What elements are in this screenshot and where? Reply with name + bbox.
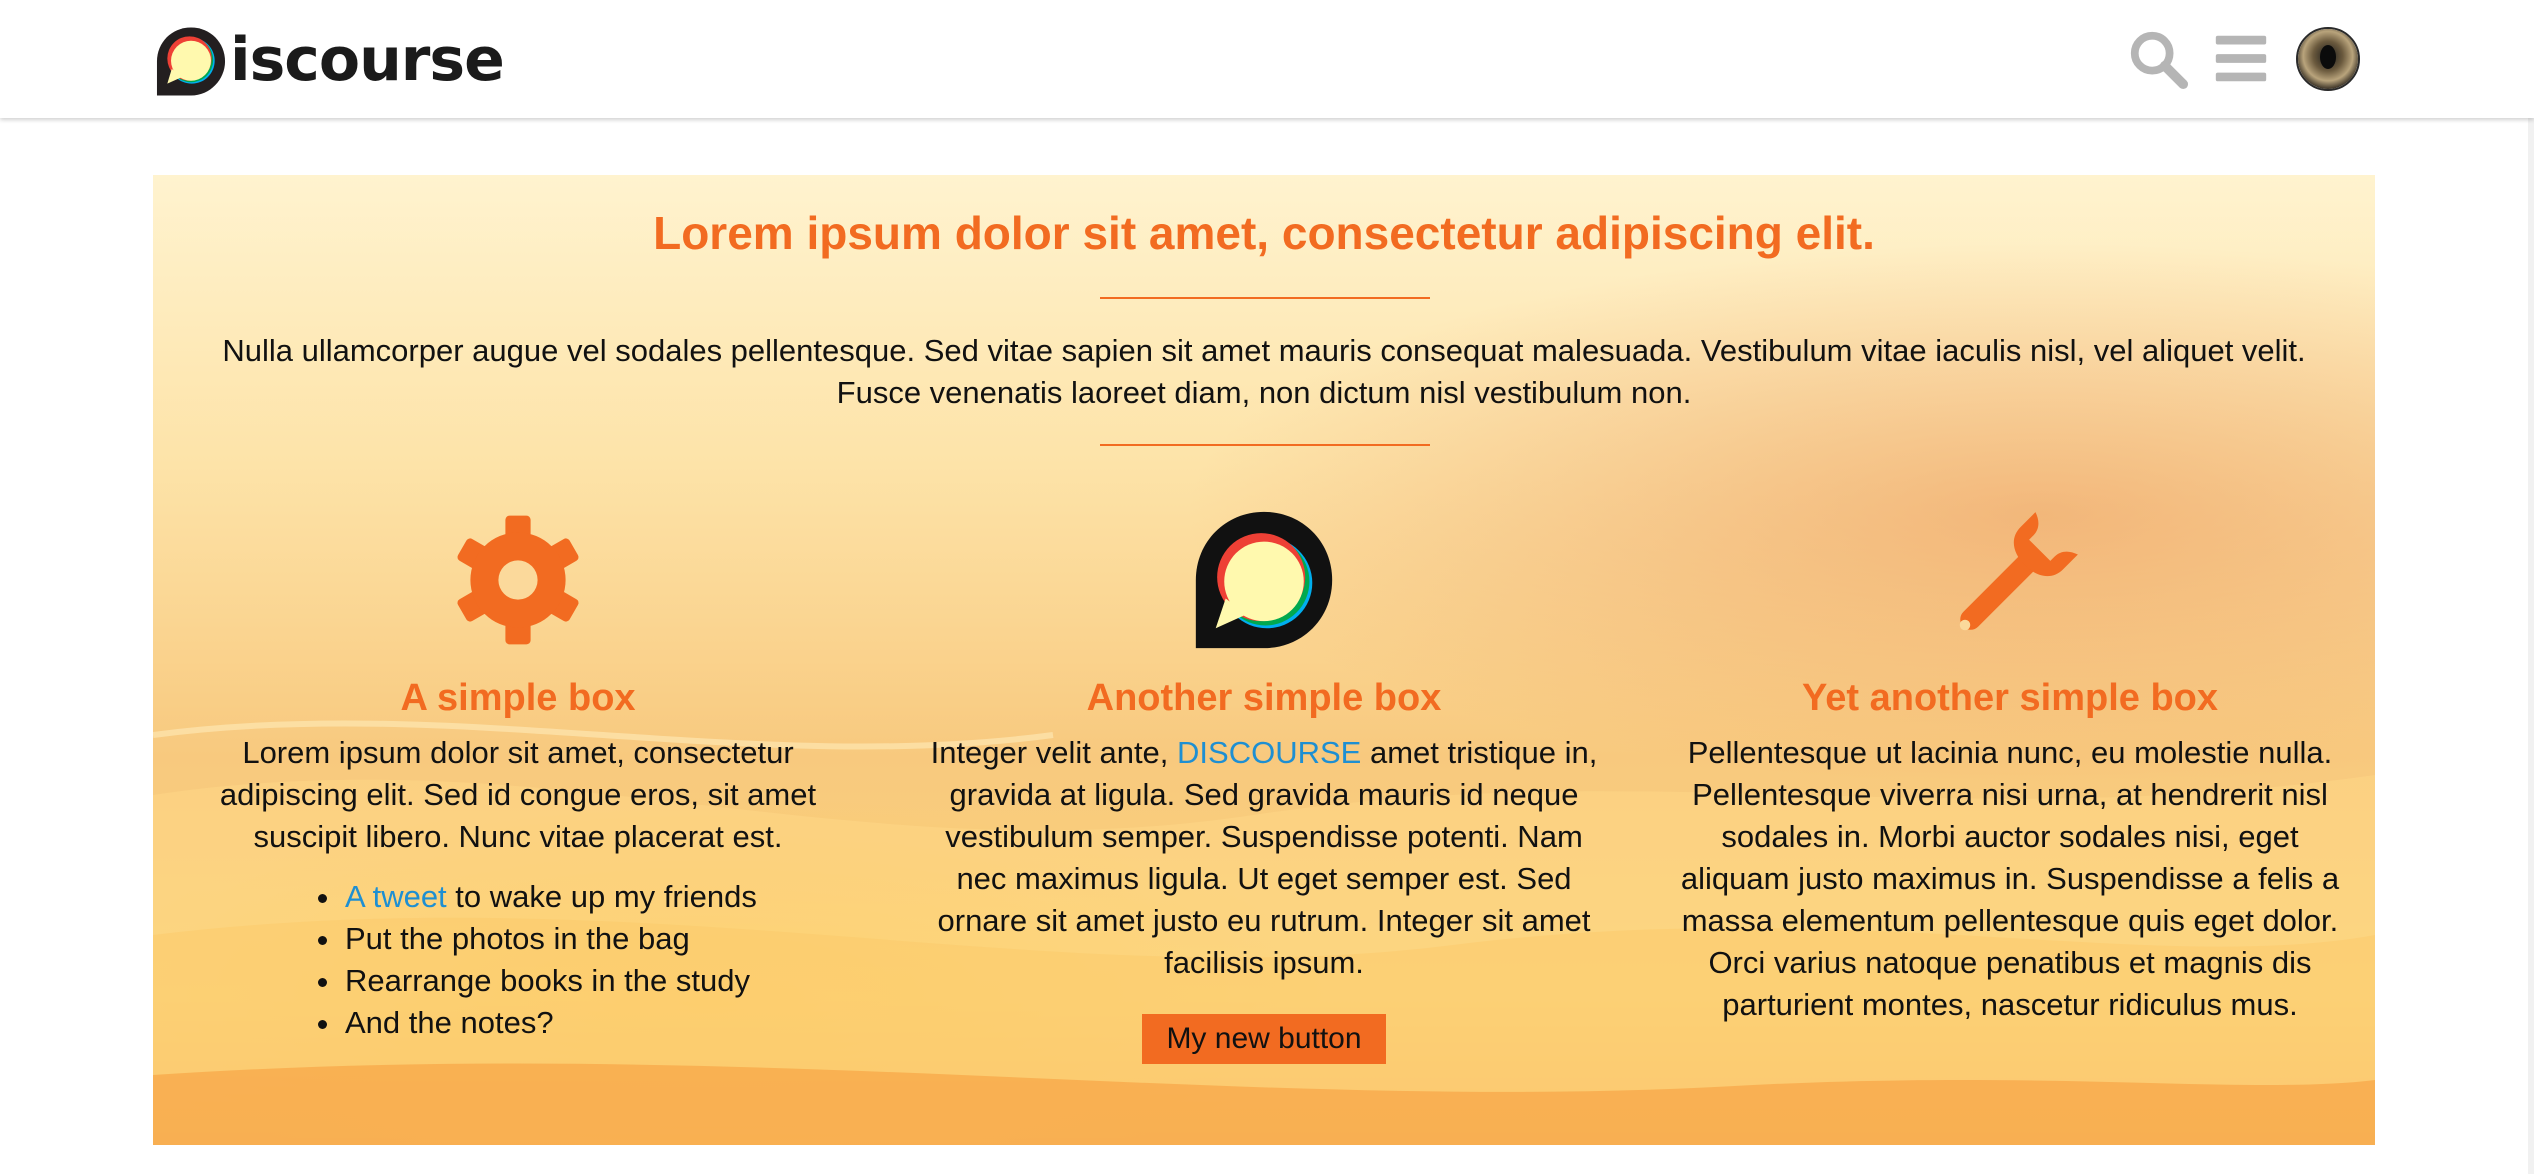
list-item-text: to wake up my friends (446, 879, 757, 914)
simple-box-3: Yet another simple box Pellentesque ut l… (1665, 505, 2355, 1026)
intro-divider (1100, 444, 1430, 446)
wrench-icon (1959, 512, 2078, 631)
list-item: Put the photos in the bag (343, 918, 863, 960)
avatar-image (2298, 29, 2358, 89)
my-new-button[interactable]: My new button (1142, 1014, 1386, 1064)
logo-wordmark: iscourse (230, 25, 505, 95)
box-1-text: Lorem ipsum dolor sit amet, consectetur … (219, 735, 817, 854)
simple-box-2: Another simple box Integer velit ante, D… (919, 505, 1609, 1064)
site-header: iscourse (0, 0, 2534, 118)
gear-icon (457, 515, 579, 645)
list-item: A tweet to wake up my friends (343, 876, 863, 918)
title-divider (1100, 297, 1430, 299)
discourse-link[interactable]: DISCOURSE (1177, 735, 1361, 770)
page-scrollbar[interactable] (2528, 0, 2534, 1174)
box-3-text: Pellentesque ut lacinia nunc, eu molesti… (1680, 735, 2340, 1022)
banner-intro: Nulla ullamcorper augue vel sodales pell… (222, 333, 2306, 410)
box-3-title: Yet another simple box (1802, 677, 2218, 719)
hero-banner: Lorem ipsum dolor sit amet, consectetur … (153, 175, 2375, 1145)
box-1-list: A tweet to wake up my friends Put the ph… (173, 876, 863, 1044)
simple-box-1: A simple box Lorem ipsum dolor sit amet,… (173, 505, 863, 1044)
box-2-text-start: Integer velit ante, (930, 735, 1178, 770)
box-2-text: Integer velit ante, DISCOURSE amet trist… (919, 732, 1609, 984)
hamburger-menu-icon[interactable] (2210, 28, 2272, 90)
banner-title: Lorem ipsum dolor sit amet, consectetur … (653, 207, 1875, 259)
box-2-title: Another simple box (1086, 677, 1442, 719)
box-1-title: A simple box (400, 677, 636, 719)
search-icon[interactable] (2127, 28, 2189, 90)
tweet-link[interactable]: A tweet (345, 879, 447, 914)
list-item: And the notes? (343, 1002, 863, 1044)
list-item: Rearrange books in the study (343, 960, 863, 1002)
discourse-logo-icon (156, 27, 226, 96)
box-2-text-end: amet tristique in, gravida at ligula. Se… (937, 735, 1598, 980)
site-logo[interactable]: iscourse (154, 20, 505, 100)
discourse-logo-icon (1195, 511, 1333, 649)
user-avatar[interactable] (2296, 27, 2360, 91)
